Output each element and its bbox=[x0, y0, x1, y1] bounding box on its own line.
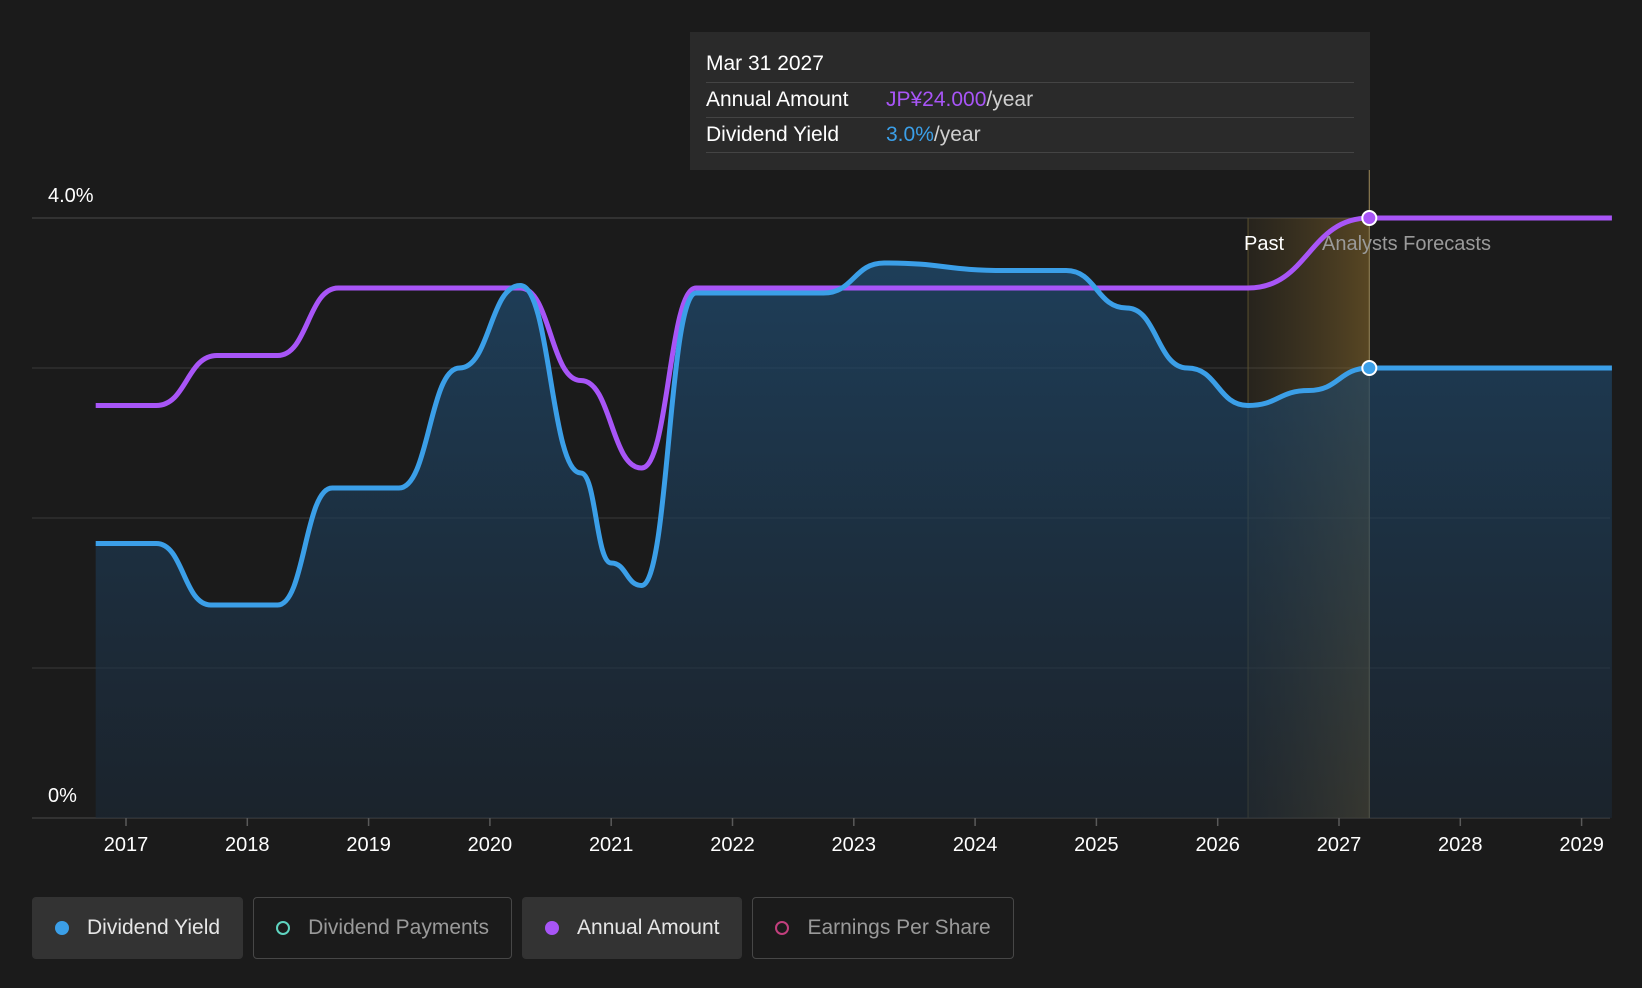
x-tick-label: 2019 bbox=[346, 834, 391, 856]
x-tick-label: 2018 bbox=[225, 834, 270, 856]
x-tick-label: 2027 bbox=[1317, 834, 1362, 856]
x-tick-label: 2025 bbox=[1074, 834, 1119, 856]
x-axis: 2017 2018 2019 2020 2021 2022 2023 2024 2025 2026… bbox=[104, 818, 1604, 856]
x-tick-label: 2021 bbox=[589, 834, 634, 856]
tooltip-annual-label: Annual Amount bbox=[706, 88, 849, 111]
tooltip: Mar 31 2027 Annual Amount JP¥24.000/year… bbox=[690, 32, 1370, 170]
dividend-yield-dot-icon bbox=[55, 921, 69, 935]
legend-label: Earnings Per Share bbox=[807, 916, 991, 939]
legend-earnings-per-share[interactable]: Earnings Per Share bbox=[752, 897, 1014, 959]
y-tick-label-top: 4.0% bbox=[48, 185, 94, 207]
tooltip-date: Mar 31 2027 bbox=[706, 52, 824, 75]
tooltip-annual-value: JP¥24.000 bbox=[886, 88, 987, 111]
legend-dividend-payments[interactable]: Dividend Payments bbox=[253, 897, 513, 959]
yield-area bbox=[95, 263, 1612, 818]
tooltip-yield-row: Dividend Yield 3.0%/year bbox=[706, 117, 1354, 153]
x-tick-label: 2029 bbox=[1559, 834, 1604, 856]
x-tick-label: 2024 bbox=[953, 834, 998, 856]
tooltip-annual-row: Annual Amount JP¥24.000/year bbox=[706, 82, 1354, 117]
dividend-yield-area bbox=[95, 263, 1612, 818]
tooltip-yield-value: 3.0% bbox=[886, 123, 934, 146]
tooltip-yield-unit: /year bbox=[933, 123, 981, 146]
legend: Dividend Yield Dividend Payments Annual … bbox=[32, 897, 1014, 959]
x-tick-label: 2026 bbox=[1195, 834, 1240, 856]
earnings-per-share-ring-icon bbox=[775, 921, 790, 935]
annual-amount-dot-icon bbox=[545, 921, 560, 935]
tooltip-annual-unit: /year bbox=[986, 88, 1034, 111]
x-tick-label: 2017 bbox=[104, 834, 149, 856]
legend-annual-amount[interactable]: Annual Amount bbox=[522, 897, 743, 959]
dividend-payments-ring-icon bbox=[276, 921, 291, 935]
x-tick-label: 2020 bbox=[468, 834, 513, 856]
x-tick-label: 2023 bbox=[832, 834, 877, 856]
x-tick-label: 2022 bbox=[710, 834, 755, 856]
past-label: Past bbox=[1244, 233, 1284, 255]
annual-amount-marker bbox=[1361, 210, 1378, 226]
dividend-yield-marker bbox=[1361, 360, 1378, 376]
tooltip-yield-label: Dividend Yield bbox=[706, 123, 840, 146]
legend-label: Dividend Payments bbox=[308, 916, 490, 939]
x-tick-label: 2028 bbox=[1438, 834, 1483, 856]
legend-label: Dividend Yield bbox=[87, 916, 221, 939]
legend-dividend-yield[interactable]: Dividend Yield bbox=[32, 897, 244, 959]
analysts-forecasts-label: Analysts Forecasts bbox=[1322, 233, 1491, 255]
legend-label: Annual Amount bbox=[577, 916, 720, 939]
y-tick-label-bottom: 0% bbox=[48, 785, 77, 807]
